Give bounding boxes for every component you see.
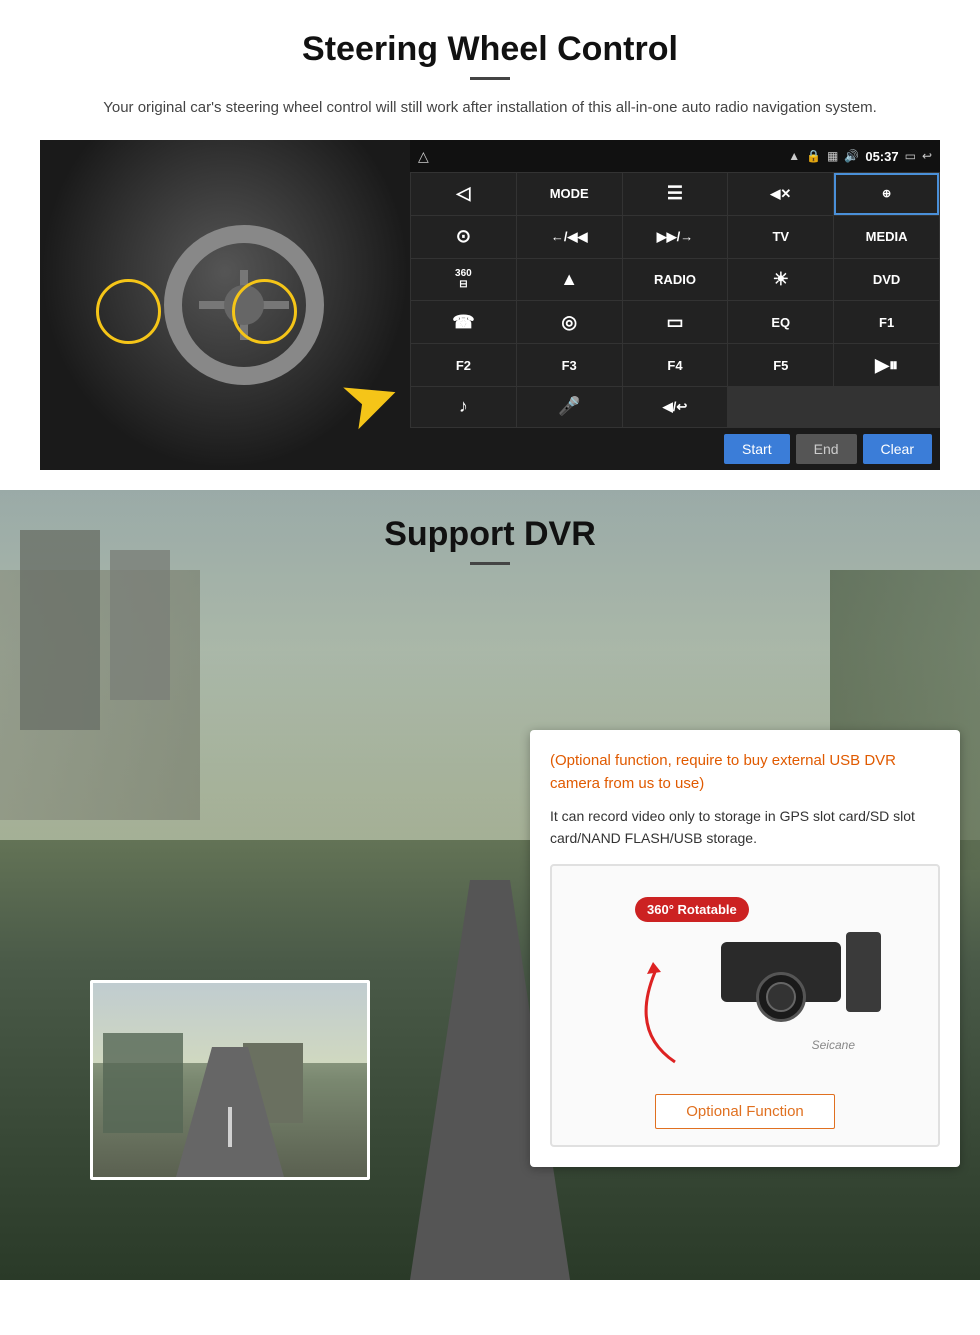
dvr-info-card: (Optional function, require to buy exter… xyxy=(530,730,960,1167)
steering-title: Steering Wheel Control xyxy=(40,30,940,69)
steering-bg: ➤ xyxy=(40,140,410,470)
back-icon: ↩ xyxy=(922,149,932,163)
btn-nav[interactable]: ◁ xyxy=(411,173,516,215)
status-time: 05:37 xyxy=(865,149,898,164)
dvr-desc-text: It can record video only to storage in G… xyxy=(550,805,940,850)
btn-dvd[interactable]: DVD xyxy=(834,259,939,301)
dvr-title: Support DVR xyxy=(0,515,980,554)
btn-radio[interactable]: RADIO xyxy=(623,259,728,301)
highlight-circle-left xyxy=(96,279,161,344)
btn-phone[interactable]: ☎ xyxy=(411,301,516,343)
btn-music[interactable]: ♪ xyxy=(411,387,516,427)
btn-settings[interactable]: ⊙ xyxy=(411,216,516,258)
end-button[interactable]: End xyxy=(796,434,857,464)
btn-media[interactable]: MEDIA xyxy=(834,216,939,258)
rotation-arrow xyxy=(625,952,685,1072)
steering-section: Steering Wheel Control Your original car… xyxy=(0,0,980,490)
btn-grid[interactable]: ⊕ xyxy=(834,173,939,215)
btn-menu[interactable]: ☰ xyxy=(623,173,728,215)
steering-divider xyxy=(470,77,510,80)
dvr-camera-visual: 360° Rotatable Seicane xyxy=(605,882,885,1082)
btn-f4[interactable]: F4 xyxy=(623,344,728,386)
volume-icon: 🔊 xyxy=(844,149,859,163)
camera-mount xyxy=(846,932,881,1012)
btn-internet[interactable]: ◎ xyxy=(517,301,622,343)
btn-f2[interactable]: F2 xyxy=(411,344,516,386)
btn-mode[interactable]: MODE xyxy=(517,173,622,215)
btn-mirror[interactable]: ▭ xyxy=(623,301,728,343)
steering-subtitle: Your original car's steering wheel contr… xyxy=(80,96,900,120)
dvr-small-building xyxy=(103,1033,183,1133)
btn-tv[interactable]: TV xyxy=(728,216,833,258)
btn-eject[interactable]: ▲ xyxy=(517,259,622,301)
ui-button-grid: ◁ MODE ☰ ◀✕ ⊕ ⊙ ←/◀◀ ▶▶/→ TV MEDIA 360⊟ … xyxy=(410,172,940,428)
statusbar-left: △ xyxy=(418,148,429,165)
home-icon: △ xyxy=(418,148,429,165)
dvr-optional-text: (Optional function, require to buy exter… xyxy=(550,750,940,795)
btn-brightness[interactable]: ☀ xyxy=(728,259,833,301)
dvr-title-area: Support DVR xyxy=(0,490,980,580)
wifi-icon: ▲ xyxy=(788,149,800,163)
btn-prev[interactable]: ←/◀◀ xyxy=(517,216,622,258)
lock-icon: 🔒 xyxy=(806,149,821,163)
btn-f1[interactable]: F1 xyxy=(834,301,939,343)
btn-360[interactable]: 360⊟ xyxy=(411,259,516,301)
ui-bottom-bar: Start End Clear xyxy=(410,428,940,470)
watermark: Seicane xyxy=(812,1038,855,1052)
sim-icon: ▦ xyxy=(827,149,838,163)
dvr-divider xyxy=(470,562,510,565)
ui-panel: △ ▲ 🔒 ▦ 🔊 05:37 ▭ ↩ ◁ MODE ☰ ◀✕ xyxy=(410,140,940,470)
btn-vol-mute[interactable]: ◀✕ xyxy=(728,173,833,215)
btn-vol-prev[interactable]: ◀/↩ xyxy=(623,387,728,427)
camera-assembly xyxy=(721,942,841,1002)
steering-content: ➤ △ ▲ 🔒 ▦ 🔊 05:37 ▭ ↩ xyxy=(40,140,940,470)
btn-mic[interactable]: 🎤 xyxy=(517,387,622,427)
optional-function-button[interactable]: Optional Function xyxy=(655,1094,835,1129)
camera-lens-inner xyxy=(766,982,796,1012)
btn-f5[interactable]: F5 xyxy=(728,344,833,386)
window-icon: ▭ xyxy=(905,149,916,163)
badge-360: 360° Rotatable xyxy=(635,897,749,922)
highlight-circle-right xyxy=(232,279,297,344)
dvr-camera-box: 360° Rotatable Seicane xyxy=(550,864,940,1147)
yellow-arrow: ➤ xyxy=(329,350,410,447)
camera-lens xyxy=(756,972,806,1022)
btn-next[interactable]: ▶▶/→ xyxy=(623,216,728,258)
btn-f3[interactable]: F3 xyxy=(517,344,622,386)
statusbar-right: ▲ 🔒 ▦ 🔊 05:37 ▭ ↩ xyxy=(788,149,932,164)
steering-image: ➤ xyxy=(40,140,410,470)
dvr-small-image xyxy=(90,980,370,1180)
dvr-section: Support DVR (Optional function, require … xyxy=(0,490,980,1280)
btn-eq[interactable]: EQ xyxy=(728,301,833,343)
btn-play-pause[interactable]: ▶⏸ xyxy=(834,344,939,386)
clear-button[interactable]: Clear xyxy=(863,434,932,464)
ui-statusbar: △ ▲ 🔒 ▦ 🔊 05:37 ▭ ↩ xyxy=(410,140,940,172)
start-button[interactable]: Start xyxy=(724,434,790,464)
dvr-road-marking xyxy=(228,1107,232,1147)
